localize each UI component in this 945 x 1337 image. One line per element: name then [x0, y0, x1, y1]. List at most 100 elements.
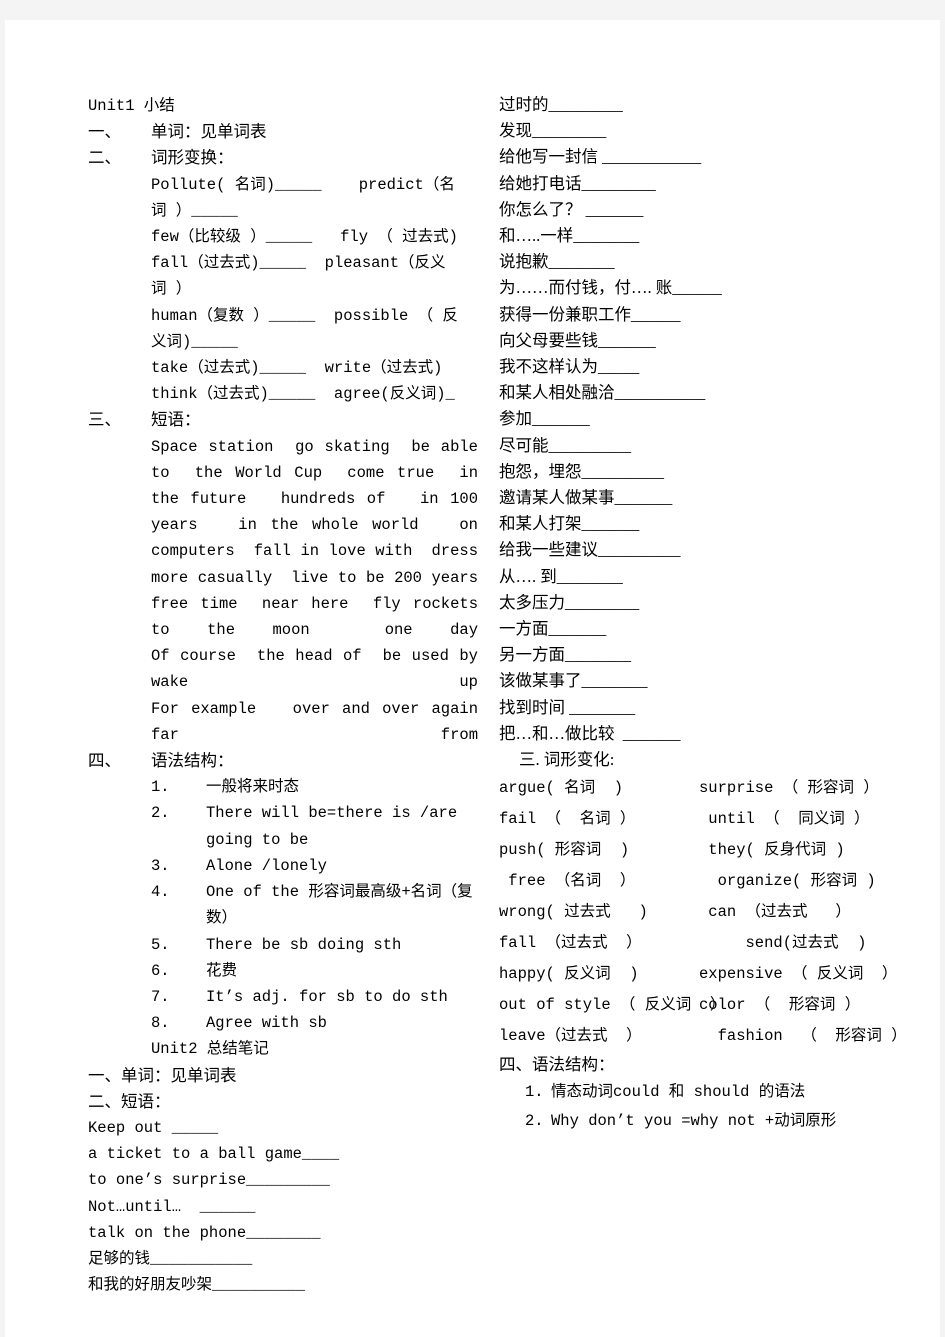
grammar-item: 2. There will be=there is /are going to … [151, 800, 478, 852]
grammar-item-number: 4. [151, 883, 170, 902]
translation-item: 和某人相处融洽___________ [499, 383, 706, 403]
word-form-line: human（复数 ）_____ possible （ 反 [151, 306, 458, 325]
translation-item: 该做某事了________ [499, 671, 648, 691]
grammar-item-text: One of the 形容词最高级+名词（复数） [206, 883, 473, 928]
word-form-right: until （ 同义词 ） [699, 810, 870, 829]
word-form-left: fall （过去式 ） [499, 934, 642, 953]
translation-item: 向父母要些钱_______ [499, 330, 656, 350]
translation-item: 和某人打架_______ [499, 514, 640, 534]
grammar-item-text: It’s adj. for sb to do sth [206, 987, 448, 1006]
translation-item: 邀请某人做某事_______ [499, 488, 673, 508]
section-3-phrases: Space station go skating be able to the … [151, 434, 478, 748]
grammar-item-number: 7. [151, 987, 170, 1006]
word-form-right: send(过去式 ) [699, 934, 867, 953]
translation-item: 一方面_______ [499, 619, 607, 639]
translation-item: 从…. 到________ [499, 566, 623, 586]
grammar-item: 4. One of the 形容词最高级+名词（复数） [151, 879, 478, 931]
translation-item: 给我一些建议__________ [499, 540, 681, 560]
grammar-item-text: 一般将来时态 [206, 778, 300, 797]
section-4-marker: 四、 [88, 751, 121, 771]
word-form-right: surprise （ 形容词 ） [699, 779, 879, 798]
phrase-paragraph: Space station go skating be able to the … [151, 437, 497, 640]
grammar-item: 5. There be sb doing sth [151, 932, 478, 958]
word-form-line: few（比较级 ）_____ fly （ 过去式) [151, 228, 458, 247]
grammar-item-number: 5. [151, 935, 170, 954]
section-2-marker: 二、 [88, 148, 121, 168]
grammar-item: 6. 花费 [151, 958, 478, 984]
translation-item: 过时的_________ [499, 95, 623, 114]
phrase-item: Not…until… ______ [88, 1197, 256, 1216]
word-form-right: fashion （ 形容词 ） [699, 1027, 907, 1046]
section-1-heading: 单词：见单词表 [151, 122, 267, 142]
translation-item: 找到时间 ________ [499, 697, 636, 717]
translation-item: 给她打电话_________ [499, 173, 656, 193]
translation-item: 给他写一封信 ____________ [499, 147, 702, 167]
unit2-title: Unit2 总结笔记 [151, 1040, 269, 1059]
word-form-right: color （ 形容词 ） [699, 996, 861, 1015]
word-form-row: argue( 名词 ) surprise （ 形容词 ） [499, 773, 919, 804]
left-column: Unit1 小结 一、 单词：见单词表 二、 词形变换： Pollute( 名词… [88, 93, 478, 1298]
section-4-heading: 语法结构： [151, 751, 234, 771]
translation-item: 为……而付钱，付…. 账______ [499, 278, 722, 298]
right-section-4-heading: 四、语法结构： [499, 1055, 615, 1075]
unit2-phrase-list: Keep out _____ a ticket to a ball game__… [88, 1115, 478, 1298]
word-form-right: expensive （ 反义词 ） [699, 965, 898, 984]
grammar-item: 2. Why don’t you =why not +动词原形 [525, 1107, 919, 1136]
word-form-right: they( 反身代词 ) [699, 841, 845, 860]
translation-item: 抱怨，埋怨__________ [499, 461, 664, 481]
word-form-left: wrong( 过去式 ) [499, 903, 648, 922]
two-column-layout: Unit1 小结 一、 单词：见单词表 二、 词形变换： Pollute( 名词… [5, 20, 940, 1337]
phrase-item: Keep out _____ [88, 1118, 219, 1137]
section-3-row: 三、 短语： [88, 407, 478, 433]
word-form-right: can （过去式 ） [699, 903, 851, 922]
translation-item: 你怎么了？ _______ [499, 199, 644, 219]
word-form-line: Pollute( 名词)_____ predict（名 [151, 175, 455, 194]
phrase-paragraph: Of course the head of be used by wake up [151, 647, 497, 692]
phrase-item: a ticket to a ball game____ [88, 1145, 340, 1164]
grammar-item-number: 8. [151, 1014, 170, 1033]
grammar-item: 1. 一般将来时态 [151, 774, 478, 800]
right-column: 过时的_________ 发现_________ 给他写一封信 ________… [499, 92, 919, 1136]
word-form-table: argue( 名词 ) surprise （ 形容词 ） fail （ 名词 ）… [499, 773, 919, 1052]
word-form-line: think（过去式)_____ agree(反义词)_ [151, 385, 455, 404]
word-form-row: leave（过去式 ） fashion （ 形容词 ） [499, 1021, 919, 1052]
right-section-3-heading: 三. 词形变化: [519, 750, 615, 770]
grammar-item-number: 2. [525, 1112, 544, 1131]
grammar-item: 3. Alone /lonely [151, 853, 478, 879]
grammar-item: 7. It’s adj. for sb to do sth [151, 984, 478, 1010]
word-form-left: free （名词 ） [499, 872, 636, 891]
section-3-marker: 三、 [88, 410, 121, 430]
section-3-heading: 短语： [151, 410, 201, 430]
grammar-item-text: There will be=there is /are going to be [206, 804, 467, 849]
translation-item: 太多压力_________ [499, 592, 640, 612]
section-2-heading: 词形变换： [151, 148, 234, 168]
word-form-row: push( 形容词 ) they( 反身代词 ) [499, 835, 919, 866]
word-form-line: 义词)_____ [151, 332, 238, 351]
grammar-item-number: 1. [525, 1083, 544, 1102]
unit2-section-1: 一、单词：见单词表 [88, 1065, 237, 1085]
translation-list: 过时的_________ 发现_________ 给他写一封信 ________… [499, 92, 919, 747]
word-form-left: push( 形容词 ) [499, 841, 630, 860]
section-2-lines: Pollute( 名词)_____ predict（名 词 ）_____ few… [151, 172, 478, 408]
translation-item: 我不这样认为_____ [499, 357, 640, 377]
right-grammar-list: 1. 情态动词could 和 should 的语法 2. Why don’t y… [499, 1078, 919, 1136]
translation-item: 把…和…做比较 _______ [499, 723, 681, 743]
translation-item: 说抱歉________ [499, 252, 615, 272]
word-form-line: fall（过去式)_____ pleasant（反义 [151, 254, 446, 273]
section-1-row: 一、 单词：见单词表 [88, 119, 478, 145]
grammar-item: 1. 情态动词could 和 should 的语法 [525, 1078, 919, 1107]
translation-item: 发现_________ [499, 121, 607, 141]
phrase-paragraph: For example over and over again far from [151, 699, 497, 744]
word-form-left: out of style （ 反义词 ） [499, 996, 726, 1015]
word-form-row: fail （ 名词 ） until （ 同义词 ） [499, 804, 919, 835]
translation-item: 和…..一样________ [499, 226, 640, 246]
grammar-item-text: 花费 [206, 961, 238, 980]
phrase-item: to one’s surprise_________ [88, 1171, 330, 1190]
translation-item: 另一方面________ [499, 645, 631, 665]
grammar-item-text: Alone /lonely [206, 856, 327, 875]
grammar-item-number: 1. [151, 778, 170, 797]
word-form-row: free （名词 ） organize( 形容词 ) [499, 866, 919, 897]
word-form-row: wrong( 过去式 ) can （过去式 ） [499, 897, 919, 928]
translation-item: 尽可能__________ [499, 435, 631, 455]
grammar-item-text: Agree with sb [206, 1014, 327, 1033]
